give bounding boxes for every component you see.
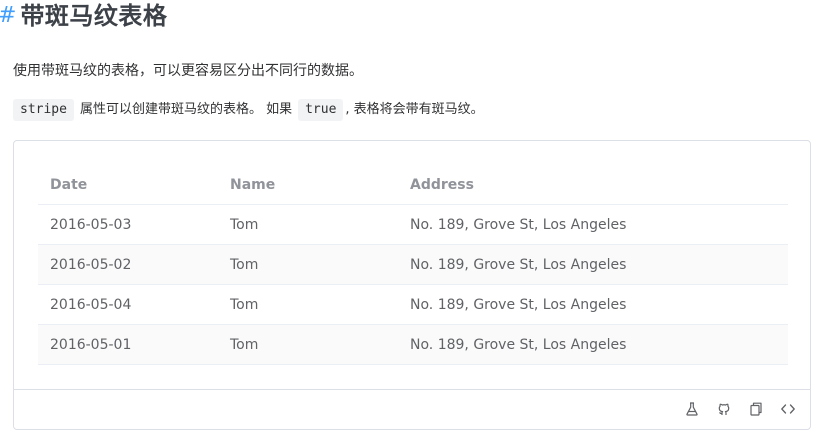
cell-address: No. 189, Grove St, Los Angeles: [410, 216, 627, 233]
page: # 带斑马纹表格 使用带斑马纹的表格，可以更容易区分出不同行的数据。 strip…: [0, 0, 825, 439]
page-title: 带斑马纹表格: [20, 2, 168, 30]
cell-name: Tom: [230, 256, 259, 273]
cell-name: Tom: [230, 296, 259, 313]
table-row: 2016-05-03 Tom No. 189, Grove St, Los An…: [38, 205, 788, 245]
column-header-address: Address: [410, 176, 474, 193]
playground-flask-icon[interactable]: [684, 401, 700, 417]
striped-table: Date Name Address 2016-05-03 Tom No. 189…: [38, 165, 788, 365]
section-description: 使用带斑马纹的表格，可以更容易区分出不同行的数据。: [13, 63, 363, 79]
heading: # 带斑马纹表格: [0, 0, 167, 32]
cell-name: Tom: [230, 216, 259, 233]
code-stripe: stripe: [13, 99, 74, 121]
cell-address: No. 189, Grove St, Los Angeles: [410, 336, 627, 353]
demo-toolbar: [14, 389, 810, 429]
cell-name: Tom: [230, 336, 259, 353]
cell-date: 2016-05-04: [50, 296, 132, 313]
attribute-note-text-1: 属性可以创建带斑马纹的表格。 如果: [79, 102, 293, 117]
cell-date: 2016-05-01: [50, 336, 132, 353]
cell-address: No. 189, Grove St, Los Angeles: [410, 256, 627, 273]
cell-date: 2016-05-03: [50, 216, 132, 233]
heading-anchor-link[interactable]: #: [0, 0, 16, 32]
attribute-note-text-2: , 表格将会带有斑马纹。: [345, 102, 484, 117]
demo-card: Date Name Address 2016-05-03 Tom No. 189…: [13, 140, 811, 430]
table-row-striped: 2016-05-02 Tom No. 189, Grove St, Los An…: [38, 245, 788, 285]
cell-address: No. 189, Grove St, Los Angeles: [410, 296, 627, 313]
column-header-date: Date: [50, 176, 88, 193]
copy-icon[interactable]: [748, 401, 764, 417]
table-row-striped: 2016-05-01 Tom No. 189, Grove St, Los An…: [38, 325, 788, 365]
table-row: 2016-05-04 Tom No. 189, Grove St, Los An…: [38, 285, 788, 325]
table-header-row: Date Name Address: [38, 165, 788, 205]
attribute-note: stripe 属性可以创建带斑马纹的表格。 如果 true , 表格将会带有斑马…: [13, 99, 484, 121]
view-source-icon[interactable]: [780, 401, 796, 417]
code-true: true: [298, 99, 344, 121]
cell-date: 2016-05-02: [50, 256, 132, 273]
column-header-name: Name: [230, 176, 276, 193]
github-icon[interactable]: [716, 401, 732, 417]
